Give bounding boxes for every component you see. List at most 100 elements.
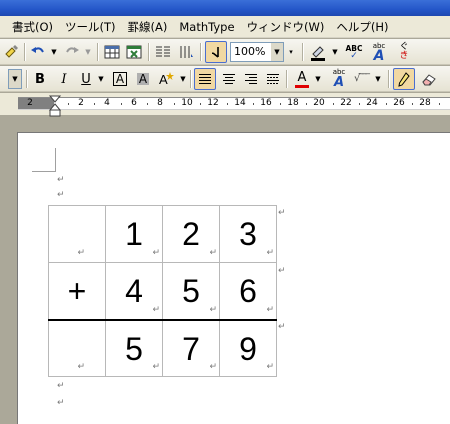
highlight-pen-icon[interactable] [307,41,329,63]
font-color-label: A [297,69,307,85]
table-cell[interactable]: ↵ [48,318,106,377]
font-color-swatch [295,84,309,88]
toolbar-separator [286,70,287,88]
toolbar-separator [26,70,27,88]
menu-table[interactable]: 罫線(A) [122,17,174,37]
align-right-icon[interactable] [241,68,261,90]
underline-dropdown-icon[interactable]: ▼ [96,68,106,90]
chevron-down-icon[interactable]: ▼ [271,43,283,61]
align-justify-icon[interactable] [194,68,216,90]
ruler-label: 20 [313,98,325,108]
paragraph-mark: ↵ [57,190,65,200]
cell-end-mark: ↵ [209,362,217,372]
insert-table-icon[interactable] [102,41,122,63]
ruler-tick [94,103,95,105]
eraser-icon[interactable] [418,68,440,90]
ruler-label: 10 [181,98,193,108]
ruler-label: 28 [419,98,431,108]
cell-end-mark: ↵ [152,362,160,372]
toolbar-separator [24,43,25,61]
character-shading-button[interactable]: A [133,68,153,90]
table-cell[interactable]: 5 ↵ [162,262,220,321]
ruler-tick [200,103,201,105]
distributed-align-icon[interactable] [263,68,283,90]
table-cell[interactable]: ↵ [48,205,106,263]
font-size-enlarge-icon[interactable]: ぐ き [393,41,415,63]
undo-icon[interactable] [28,41,48,63]
ruler-tick [227,103,228,105]
redo-icon[interactable] [62,41,82,63]
undo-dropdown-icon[interactable]: ▼ [49,41,59,63]
phonetic-guide-icon[interactable]: abc A [328,68,350,90]
window-title-strip [0,0,450,16]
table-cell[interactable]: 7 ↵ [162,318,220,377]
font-color-button[interactable]: A [292,68,312,90]
draw-table-pencil-icon[interactable] [393,68,415,90]
font-color-dropdown-icon[interactable]: ▼ [313,68,323,90]
formatting-toolbar: ▼ B I U ▼ A A A ▼ A ▼ abc A √ ̅ ̅ ̅ ▼ [0,66,450,92]
table-cell[interactable]: 2 ↵ [162,205,220,263]
spelling-icon[interactable]: ABC ✓ [343,41,365,63]
svg-text:A: A [159,72,168,87]
format-painter-icon[interactable] [2,41,22,63]
indent-marker-icon[interactable] [49,95,61,117]
character-shading-label: A [136,72,150,86]
ruler-tick [68,103,69,105]
equation-dropdown-icon[interactable]: ▼ [373,68,383,90]
table-cell[interactable]: 9 ↵ [219,318,277,377]
character-effects-icon[interactable]: A [155,68,177,90]
menu-help[interactable]: ヘルプ(H) [330,17,394,37]
table-row: ↵ 1 ↵ 2 ↵ 3 ↵ [48,205,277,263]
ruler-label: 16 [260,98,272,108]
effects-dropdown-icon[interactable]: ▼ [178,68,188,90]
ruler-tick [147,103,148,105]
underline-button[interactable]: U [77,68,95,90]
character-border-button[interactable]: A [110,68,130,90]
cell-end-mark: ↵ [266,304,274,315]
ruler-tick [306,103,307,105]
ruler-tick [174,103,175,105]
insert-excel-icon[interactable] [124,41,144,63]
show-formatting-marks-icon[interactable] [205,41,227,63]
italic-button[interactable]: I [54,68,74,90]
menu-bar: 書式(O) ツール(T) 罫線(A) MathType ウィンドウ(W) ヘルプ… [0,16,450,38]
toolbar-separator [190,70,191,88]
table-cell[interactable]: 1 ↵ [105,205,163,263]
menu-window[interactable]: ウィンドウ(W) [241,17,331,37]
toolbar-options-icon[interactable]: ▾ [286,41,296,63]
table-cell[interactable]: 5 ↵ [105,318,163,377]
ruler-label: 18 [287,98,299,108]
table-cell[interactable]: 6 ↵ [219,262,277,321]
row-end-mark: ↵ [278,266,286,276]
font-select[interactable]: ▼ [8,69,22,89]
align-center-icon[interactable] [219,68,239,90]
chevron-down-icon[interactable]: ▼ [9,70,21,88]
table-cell[interactable]: 4 ↵ [105,262,163,321]
zoom-value: 100% [234,45,266,58]
menu-mathtype[interactable]: MathType [173,17,240,37]
columns-icon[interactable] [153,41,173,63]
menu-tools[interactable]: ツール(T) [59,17,122,37]
ruler-label: 22 [340,98,352,108]
table-cell[interactable]: 3 ↵ [219,205,277,263]
ruler-label: 26 [393,98,405,108]
zoom-select[interactable]: 100% ▼ [230,42,284,62]
ruler-tick [121,103,122,105]
character-border-label: A [112,72,128,86]
text-direction-icon[interactable] [176,41,196,63]
table-row: ↵ 5 ↵ 7 ↵ 9 ↵ [48,318,277,377]
addition-table[interactable]: ↵ 1 ↵ 2 ↵ 3 ↵ + 4 ↵ 5 ↵ 6 ↵ ↵ 5 ↵ 7 ↵ 9 ↵ [48,205,277,377]
bold-button[interactable]: B [30,68,50,90]
cell-end-mark: ↵ [77,362,85,372]
equation-sqrt-icon[interactable]: √ ̅ ̅ ̅ [352,68,372,90]
cell-end-mark: ↵ [152,304,160,315]
menu-format[interactable]: 書式(O) [0,17,59,37]
table-cell[interactable]: + [48,262,106,321]
highlight-dropdown-icon[interactable]: ▼ [330,41,340,63]
japanese-proofing-icon[interactable]: abc A [368,41,390,63]
cell-end-mark: ↵ [77,248,85,258]
ruler-label: 24 [366,98,378,108]
horizontal-ruler[interactable]: 2 2 4 6 8 10 12 14 16 18 20 22 24 26 28 [0,93,450,115]
redo-dropdown-icon[interactable]: ▼ [83,41,93,63]
ruler-tick [280,103,281,105]
